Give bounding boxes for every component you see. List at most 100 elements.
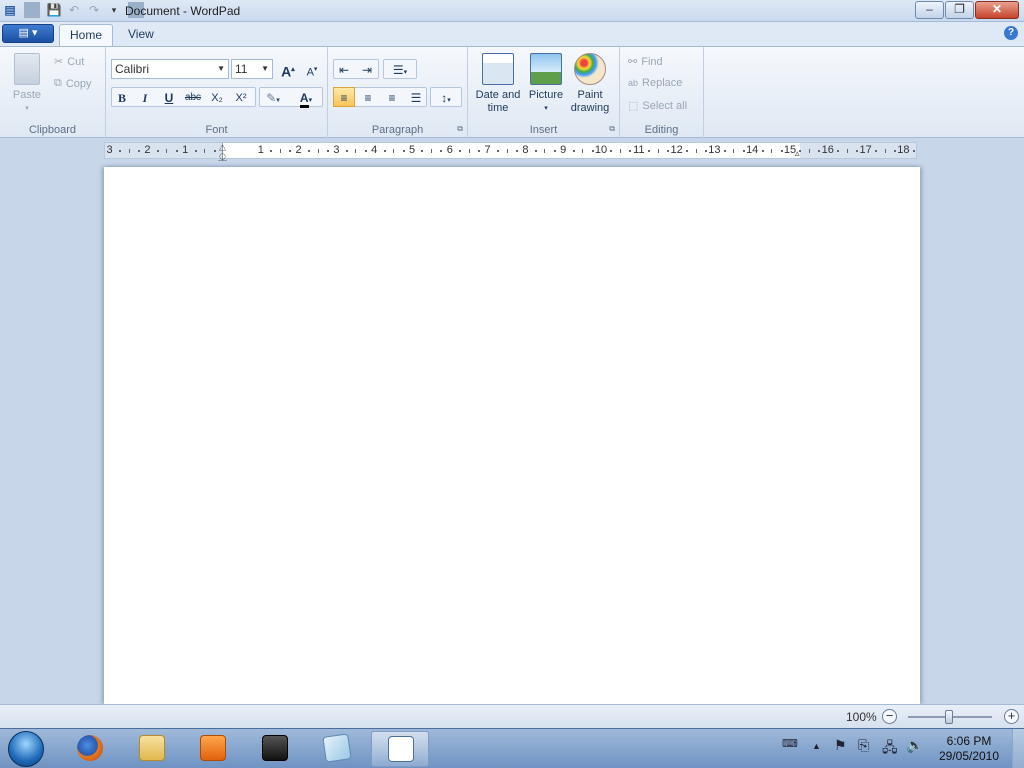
ruler-tick-mark [733,149,735,153]
align-right-icon[interactable]: ≡ [381,87,403,107]
align-left-icon[interactable]: ≡ [333,87,355,107]
font-size-select[interactable]: 11 ▼ [231,59,273,79]
select-all-button[interactable]: ⬚ Select all [628,99,687,113]
bold-button[interactable]: B [111,87,133,107]
superscript-button[interactable]: X² [230,87,252,107]
taskbar-firefox[interactable] [64,731,114,767]
document-page[interactable] [104,167,920,704]
text-color-button[interactable]: A▾ [291,87,321,108]
system-clock[interactable]: 6:06 PM 29/05/2010 [936,734,1002,764]
ruler-tick-label: 2 [295,144,302,156]
picture-label: Picture [528,89,564,101]
ruler-tick-mark [459,150,462,152]
ruler-tick-mark [695,149,697,153]
ruler-tick-label: 12 [670,144,683,156]
ruler-tick-mark [648,150,651,152]
highlight-color-button[interactable]: ✎▾ [259,87,287,107]
font-group: Calibri ▼ 11 ▼ A▴ A▾ B I U abc X₂ X² ✎▾ … [106,47,328,139]
paste-button[interactable]: Paste ▾ [8,53,46,115]
date-time-label-2: time [487,102,509,114]
editing-group: ⚯ Find ab Replace ⬚ Select all Editing [620,47,704,139]
grow-font-button[interactable]: A▴ [277,59,299,80]
clipboard-group-label: Clipboard [28,124,77,136]
font-family-select[interactable]: Calibri ▼ [111,59,229,79]
file-menu-button[interactable]: ▤ ▾ [2,24,54,43]
ruler-tick-label: 18 [897,144,910,156]
ruler-tick-label: 16 [821,144,834,156]
insert-dialog-launcher-icon[interactable]: ⧉ [609,124,615,134]
redo-icon[interactable]: ↷ [86,2,102,18]
chevron-down-icon: ▾ [544,105,548,112]
ruler-tick-mark [308,150,311,152]
ruler-tick-label: 2 [144,144,151,156]
taskbar-media-player[interactable] [187,731,237,767]
volume-icon[interactable]: 🔈 [906,737,923,754]
paint-label-2: drawing [570,102,610,114]
ruler-tick-mark [279,149,281,153]
shrink-font-button[interactable]: A▾ [301,59,323,79]
ruler-tick-label: 7 [484,144,491,156]
taskbar-notepad[interactable] [311,731,361,767]
zoom-slider-thumb[interactable] [945,710,953,724]
action-center-flag-icon[interactable]: ⚑ [834,737,847,754]
paint-drawing-button[interactable]: Paint drawing [568,53,612,115]
taskbar-wordpad[interactable] [371,731,429,767]
select-all-icon: ⬚ [628,100,639,112]
minimize-button[interactable]: – [915,1,944,19]
show-desktop-button[interactable] [1012,729,1024,768]
paragraph-group: ⇤ ⇥ ☰▾ ≡ ≡ ≡ ☰ ↕▾ Paragraph ⧉ [328,47,468,139]
ruler-tick-label: 17 [859,144,872,156]
find-button[interactable]: ⚯ Find [628,55,663,69]
copy-button[interactable]: ⧉ Copy [54,77,92,90]
paragraph-dialog-launcher-icon[interactable]: ⧉ [457,124,463,134]
increase-indent-icon[interactable]: ⇥ [356,59,378,79]
dropdown-arrow-icon[interactable]: ▾ [106,2,122,18]
align-center-icon[interactable]: ≡ [357,87,379,107]
shrink-font-label: A [306,66,314,79]
show-hidden-icons-icon[interactable]: ▲ [812,741,821,751]
notepad-icon [322,733,352,763]
network-icon[interactable]: 🖧 [882,737,898,761]
ribbon-tab-row: ▤ ▾ Home View ? [0,22,1024,46]
picture-button[interactable]: Picture ▾ [526,53,566,115]
ruler-tick-mark [572,150,575,152]
taskbar-explorer[interactable] [126,731,176,767]
cut-button[interactable]: ✂ Cut [54,55,84,69]
maximize-button[interactable]: ❐ [945,1,974,19]
ruler-tick-label: 1 [182,144,189,156]
zoom-out-button[interactable]: − [882,709,897,724]
start-button[interactable] [8,731,44,767]
line-spacing-icon[interactable]: ↕▾ [431,87,461,107]
keyboard-icon[interactable]: ⌨ [782,737,798,750]
chevron-down-icon: ▾ [308,97,313,104]
underline-button[interactable]: U [158,87,180,107]
decrease-indent-icon[interactable]: ⇤ [333,59,355,79]
undo-icon[interactable]: ↶ [66,2,82,18]
wordpad-app-icon[interactable]: ▤ [2,2,18,18]
ruler-tick-mark [156,150,159,152]
ruler-tick-label: 3 [106,144,113,156]
tab-view[interactable]: View [118,24,164,46]
safely-remove-hardware-icon[interactable]: ⎘ [858,737,869,754]
italic-button[interactable]: I [134,87,156,107]
replace-button[interactable]: ab Replace [628,77,682,89]
tab-home[interactable]: Home [59,24,114,46]
close-button[interactable]: ✕ [975,1,1019,19]
bullet-list-icon[interactable]: ☰▾ [384,59,416,79]
ruler[interactable]: ⏃ ⏂ ▵ 3 2 1 1 2 3 4 5 6 7 8 9 10 11 12 13 14 15 16 17 18 [104,142,917,162]
paste-dropdown-icon[interactable]: ▾ [8,102,46,115]
editing-group-label: Editing [644,124,679,136]
taskbar-camera[interactable] [249,731,299,767]
ruler-tick-label: 4 [371,144,378,156]
subscript-button[interactable]: X₂ [206,87,228,107]
chevron-down-icon: ▼ [261,64,269,73]
wordpad-icon [388,736,414,762]
clock-time: 6:06 PM [946,734,992,748]
date-time-button[interactable]: Date and time [473,53,523,115]
ruler-tick-mark [582,149,584,153]
strikethrough-button[interactable]: abc [182,87,204,107]
zoom-in-button[interactable]: + [1004,709,1019,724]
justify-icon[interactable]: ☰ [405,87,427,107]
floppy-disk-icon[interactable]: 💾 [46,2,62,18]
help-icon[interactable]: ? [1004,26,1018,40]
